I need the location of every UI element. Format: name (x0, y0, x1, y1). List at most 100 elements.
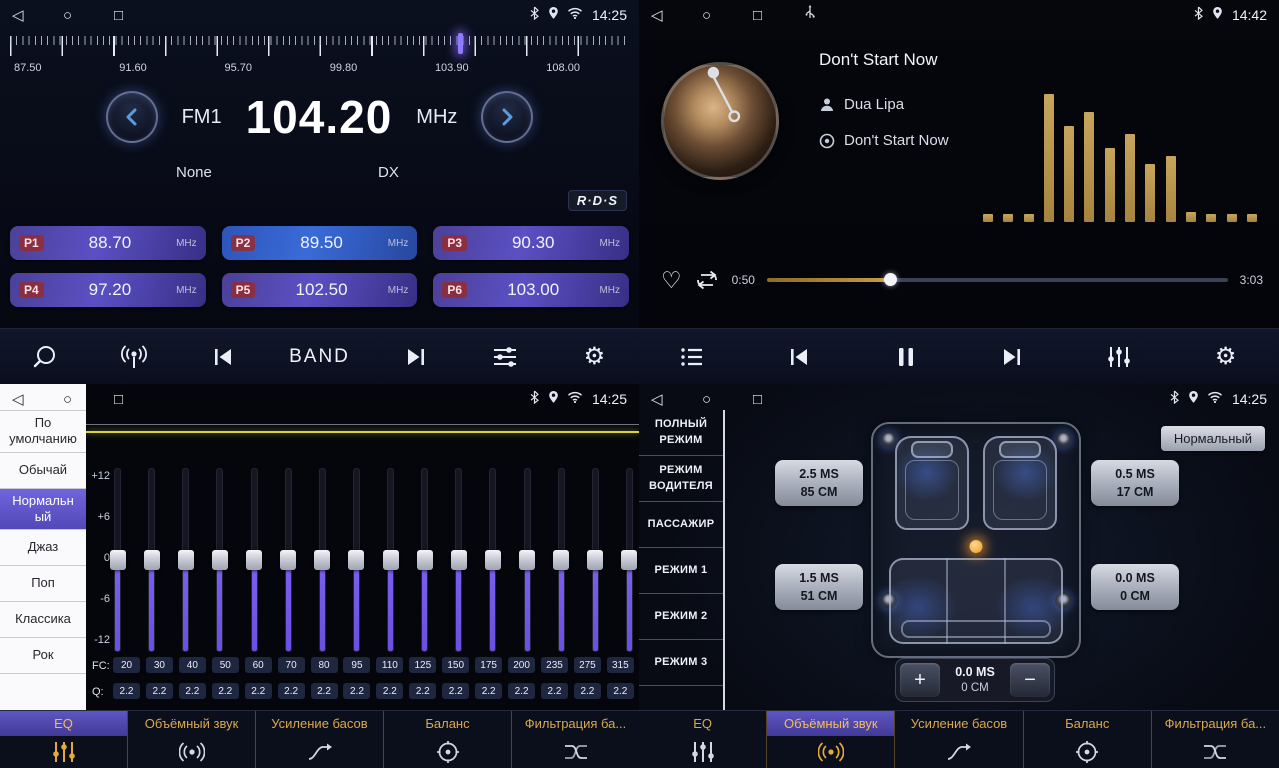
total-duration: 3:03 (1240, 273, 1263, 287)
pause-icon[interactable] (883, 337, 929, 377)
back-button[interactable]: ◁ (12, 6, 63, 24)
fc-value: 110 (376, 657, 403, 673)
eq-band-slider[interactable] (285, 468, 292, 652)
recents-button[interactable]: □ (114, 391, 165, 408)
eq-band-slider[interactable] (489, 468, 496, 652)
home-button[interactable]: ○ (63, 7, 114, 24)
recents-button[interactable]: □ (753, 7, 804, 24)
eq-band-slider[interactable] (251, 468, 258, 652)
album-icon (819, 133, 835, 149)
surround-mode-item[interactable]: ПАССАЖИР (639, 502, 723, 548)
eq-preset-sidebar: По умолчанию Обычай Нормальный Джаз Поп … (0, 384, 86, 710)
album-art[interactable] (661, 62, 779, 180)
back-button[interactable]: ◁ (651, 6, 702, 24)
eq-band-slider[interactable] (114, 468, 121, 652)
surround-mode-item[interactable]: РЕЖИМ 3 (639, 640, 723, 686)
surround-mode-item[interactable]: РЕЖИМ 1 (639, 548, 723, 594)
eq-band-slider[interactable] (558, 468, 565, 652)
delay-front-left-button[interactable]: 2.5 MS 85 CM (775, 460, 863, 506)
eq-preset-default[interactable]: По умолчанию (0, 410, 86, 453)
preset-button[interactable]: P2 89.50 MHz (222, 226, 418, 260)
home-button[interactable]: ○ (702, 7, 753, 24)
previous-station-icon[interactable] (200, 337, 246, 377)
seek-slider-knob[interactable] (884, 273, 897, 286)
tab-eq[interactable]: EQ (639, 711, 767, 768)
previous-track-icon[interactable] (776, 337, 822, 377)
broadcast-antenna-icon[interactable] (111, 337, 157, 377)
recents-button[interactable]: □ (753, 391, 804, 408)
preset-button[interactable]: P6 103.00 MHz (433, 273, 629, 307)
tab-filtering[interactable]: Фильтрация ба... (1152, 711, 1279, 768)
visualizer-bar (983, 214, 993, 222)
tuner-row: FM1 104.20 MHz (0, 90, 639, 144)
eq-band-slider[interactable] (182, 468, 189, 652)
repeat-icon[interactable] (694, 269, 720, 291)
eq-band-slider[interactable] (524, 468, 531, 652)
eq-band-slider[interactable] (353, 468, 360, 652)
audio-settings-icon[interactable] (482, 337, 528, 377)
eq-band-slider[interactable] (626, 468, 633, 652)
tab-filtering[interactable]: Фильтрация ба... (512, 711, 639, 768)
recents-button[interactable]: □ (114, 7, 165, 24)
surround-mode-item[interactable]: РЕЖИМ 2 (639, 594, 723, 640)
eq-preset-pop[interactable]: Поп (0, 566, 86, 602)
eq-band-slider[interactable] (455, 468, 462, 652)
eq-band-slider[interactable] (216, 468, 223, 652)
delay-increase-button[interactable]: + (900, 663, 940, 697)
equalizer-icon[interactable] (1096, 337, 1142, 377)
preset-frequency: 103.00 (467, 280, 599, 300)
eq-band-slider[interactable] (592, 468, 599, 652)
tab-bass-boost[interactable]: Усиление басов (256, 711, 384, 768)
tab-balance[interactable]: Баланс (1024, 711, 1152, 768)
delay-rear-right-button[interactable]: 0.0 MS 0 CM (1091, 564, 1179, 610)
delay-rear-left-button[interactable]: 1.5 MS 51 CM (775, 564, 863, 610)
listening-position-dot[interactable] (970, 540, 983, 553)
playlist-icon[interactable] (669, 337, 715, 377)
eq-band-slider[interactable] (148, 468, 155, 652)
back-button[interactable]: ◁ (12, 390, 63, 408)
home-button[interactable]: ○ (63, 391, 114, 408)
next-station-icon[interactable] (393, 337, 439, 377)
fc-value: 175 (475, 657, 502, 673)
next-track-icon[interactable] (989, 337, 1035, 377)
tune-down-button[interactable] (106, 91, 158, 143)
settings-gear-icon[interactable]: ⚙ (571, 337, 617, 377)
home-button[interactable]: ○ (702, 391, 753, 408)
tab-eq[interactable]: EQ (0, 711, 128, 768)
eq-preset-classic[interactable]: Классика (0, 602, 86, 638)
surround-mode-item[interactable]: ПОЛНЫЙ РЕЖИМ (639, 410, 723, 456)
frequency-scale[interactable] (10, 36, 629, 56)
q-value: 2.2 (245, 683, 272, 699)
tab-balance[interactable]: Баланс (384, 711, 512, 768)
db-label: +12 (91, 470, 110, 482)
settings-gear-icon[interactable]: ⚙ (1203, 337, 1249, 377)
eq-band-slider[interactable] (319, 468, 326, 652)
surround-preset-button[interactable]: Нормальный (1161, 426, 1265, 451)
eq-preset-rock[interactable]: Рок (0, 638, 86, 674)
tab-surround[interactable]: Объёмный звук (128, 711, 256, 768)
eq-band-slider[interactable] (387, 468, 394, 652)
preset-button[interactable]: P1 88.70 MHz (10, 226, 206, 260)
frequency-unit: MHz (416, 106, 457, 129)
eq-band-slider[interactable] (421, 468, 428, 652)
preset-button[interactable]: P5 102.50 MHz (222, 273, 418, 307)
eq-tab-icon (639, 736, 766, 768)
seek-slider[interactable] (767, 278, 1228, 282)
eq-preset-normal[interactable]: Нормальный (0, 489, 86, 531)
eq-preset-jazz[interactable]: Джаз (0, 530, 86, 566)
delay-front-right-button[interactable]: 0.5 MS 17 CM (1091, 460, 1179, 506)
frequency-scale-labels: 87.5091.6095.7099.80103.90108.00 (14, 62, 580, 74)
preset-button[interactable]: P3 90.30 MHz (433, 226, 629, 260)
tab-bass-boost[interactable]: Усиление басов (895, 711, 1023, 768)
back-button[interactable]: ◁ (651, 390, 702, 408)
band-button[interactable]: BAND (289, 346, 350, 368)
preset-button[interactable]: P4 97.20 MHz (10, 273, 206, 307)
favorite-heart-icon[interactable]: ♡ (661, 269, 682, 292)
seek-icon[interactable] (22, 337, 68, 377)
scale-label: 103.90 (435, 62, 469, 74)
eq-preset-custom[interactable]: Обычай (0, 453, 86, 489)
tab-surround[interactable]: Объёмный звук (767, 711, 895, 768)
delay-decrease-button[interactable]: − (1010, 663, 1050, 697)
tune-up-button[interactable] (481, 91, 533, 143)
surround-mode-item[interactable]: РЕЖИМ ВОДИТЕЛЯ (639, 456, 723, 502)
